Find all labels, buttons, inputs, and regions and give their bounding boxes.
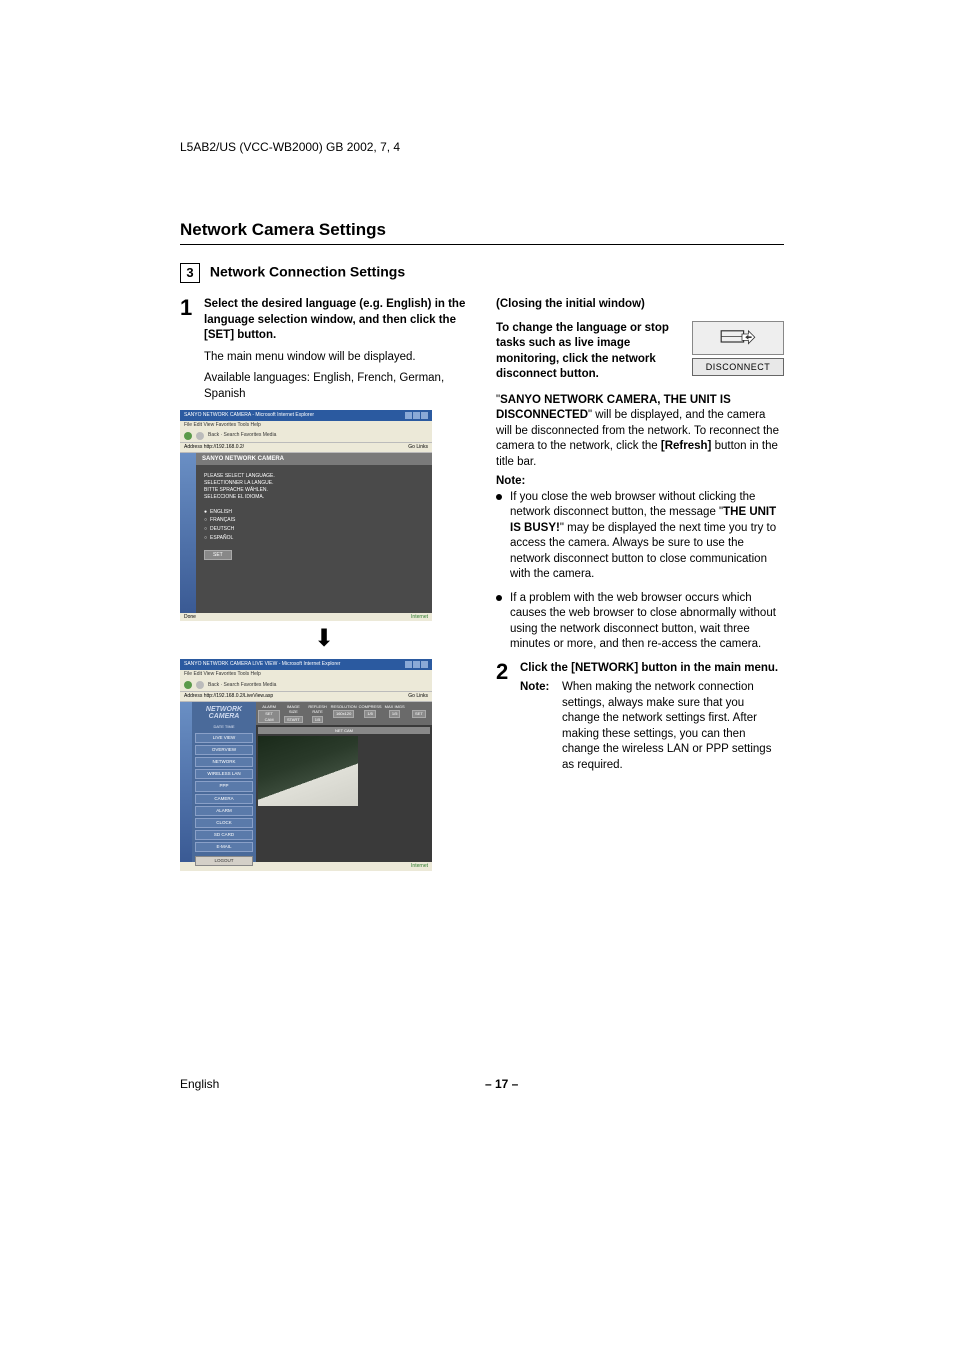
ss2-address-bar: Address http://192.168.0.2/LiveView.asp … bbox=[180, 692, 432, 702]
ss1-main: SANYO NETWORK CAMERA PLEASE SELECT LANGU… bbox=[196, 453, 432, 613]
title-rule bbox=[180, 244, 784, 245]
ss2-menu-liveview: LIVE VIEW bbox=[195, 733, 253, 743]
ss2-logout: LOGOUT bbox=[195, 856, 253, 866]
ss2-vtab bbox=[180, 702, 192, 862]
ss2-menu-wireless: WIRELESS LAN bbox=[195, 769, 253, 779]
ss1-window-buttons bbox=[405, 412, 428, 419]
page-header: L5AB2/US (VCC-WB2000) GB 2002, 7, 4 bbox=[180, 140, 400, 154]
left-column: 1 Select the desired language (e.g. Engl… bbox=[180, 297, 468, 877]
note-bullet-1: If you close the web browser without cli… bbox=[496, 490, 784, 583]
footer-language: English bbox=[180, 1077, 219, 1091]
section-number: 3 bbox=[180, 263, 200, 283]
closing-heading: (Closing the initial window) bbox=[496, 297, 784, 313]
subtitle-text: Network Connection Settings bbox=[210, 264, 405, 280]
ss2-toolbar: Back · Search Favorites Media bbox=[180, 679, 432, 692]
ss2-video-frame bbox=[258, 736, 358, 806]
step-1-line-2: Available languages: English, French, Ge… bbox=[204, 371, 468, 402]
screenshot-language-select: SANYO NETWORK CAMERA - Microsoft Interne… bbox=[180, 410, 432, 621]
subtitle-row: 3 Network Connection Settings bbox=[180, 263, 784, 283]
right-column: (Closing the initial window) DISCONNECT bbox=[496, 297, 784, 877]
ss1-sidebar bbox=[180, 453, 196, 613]
screenshot-live-view: SANYO NETWORK CAMERA LIVE VIEW - Microso… bbox=[180, 659, 432, 870]
ss2-window-buttons bbox=[405, 661, 428, 668]
ss2-main: ALARMSET CAM IMAGE SIZESTART REFLESH RAT… bbox=[256, 702, 432, 862]
ss2-menubar: File Edit View Favorites Tools Help bbox=[180, 670, 432, 679]
ss2-menu-network: NETWORK bbox=[195, 757, 253, 767]
ss1-opt-german: DEUTSCH bbox=[204, 526, 424, 533]
ss1-opt-spanish: ESPAÑOL bbox=[204, 535, 424, 542]
ss2-menu-alarm: ALARM bbox=[195, 806, 253, 816]
ss1-statusbar: Done Internet bbox=[180, 613, 432, 622]
disconnect-icon bbox=[692, 321, 784, 355]
step-1-number: 1 bbox=[180, 297, 196, 344]
ss2-menu-ppp: PPP bbox=[195, 781, 253, 791]
ss1-title: SANYO NETWORK CAMERA - Microsoft Interne… bbox=[184, 412, 314, 419]
arrow-down-icon: ⬇ bbox=[180, 627, 468, 651]
note-bullet-2: If a problem with the web browser occurs… bbox=[496, 591, 784, 653]
ss1-heading: SANYO NETWORK CAMERA bbox=[196, 453, 432, 465]
disconnected-paragraph: "SANYO NETWORK CAMERA, THE UNIT IS DISCO… bbox=[496, 393, 784, 471]
ss2-menu-sdcard: SD CARD bbox=[195, 830, 253, 840]
ss1-opt-english: ENGLISH bbox=[204, 509, 424, 516]
ss2-sidebar: NETWORK CAMERA DATE TIME LIVE VIEW OVERV… bbox=[192, 702, 256, 862]
ss1-set-button: SET bbox=[204, 550, 232, 561]
ss1-address-bar: Address http://192.168.0.2/ Go Links bbox=[180, 443, 432, 453]
footer-page-number: – 17 – bbox=[485, 1077, 518, 1091]
ss1-opt-french: FRANÇAIS bbox=[204, 517, 424, 524]
step-1-line-1: The main menu window will be displayed. bbox=[204, 350, 468, 366]
ss2-menu-overview: OVERVIEW bbox=[195, 745, 253, 755]
ss2-menu-camera: CAMERA bbox=[195, 794, 253, 804]
ss2-menu-clock: CLOCK bbox=[195, 818, 253, 828]
closing-paragraph: To change the language or stop tasks suc… bbox=[496, 322, 669, 381]
main-title: Network Camera Settings bbox=[180, 220, 784, 240]
disconnect-graphic: DISCONNECT bbox=[692, 321, 784, 376]
ss2-menu-email: E-MAIL bbox=[195, 842, 253, 852]
disconnect-button[interactable]: DISCONNECT bbox=[692, 358, 784, 376]
step-2-note-body: When making the network connection setti… bbox=[562, 680, 784, 773]
step-1-heading: Select the desired language (e.g. Englis… bbox=[204, 298, 465, 341]
step-2-heading: Click the [NETWORK] button in the main m… bbox=[520, 662, 778, 674]
ss2-title: SANYO NETWORK CAMERA LIVE VIEW - Microso… bbox=[184, 661, 340, 668]
note-label: Note: bbox=[496, 474, 784, 490]
step-2-number: 2 bbox=[496, 661, 512, 774]
ss1-toolbar: Back · Search Favorites Media bbox=[180, 430, 432, 443]
ss1-menubar: File Edit View Favorites Tools Help bbox=[180, 421, 432, 430]
step-2-note-label: Note: bbox=[520, 680, 556, 773]
page-footer: English – 17 – bbox=[180, 1077, 784, 1091]
